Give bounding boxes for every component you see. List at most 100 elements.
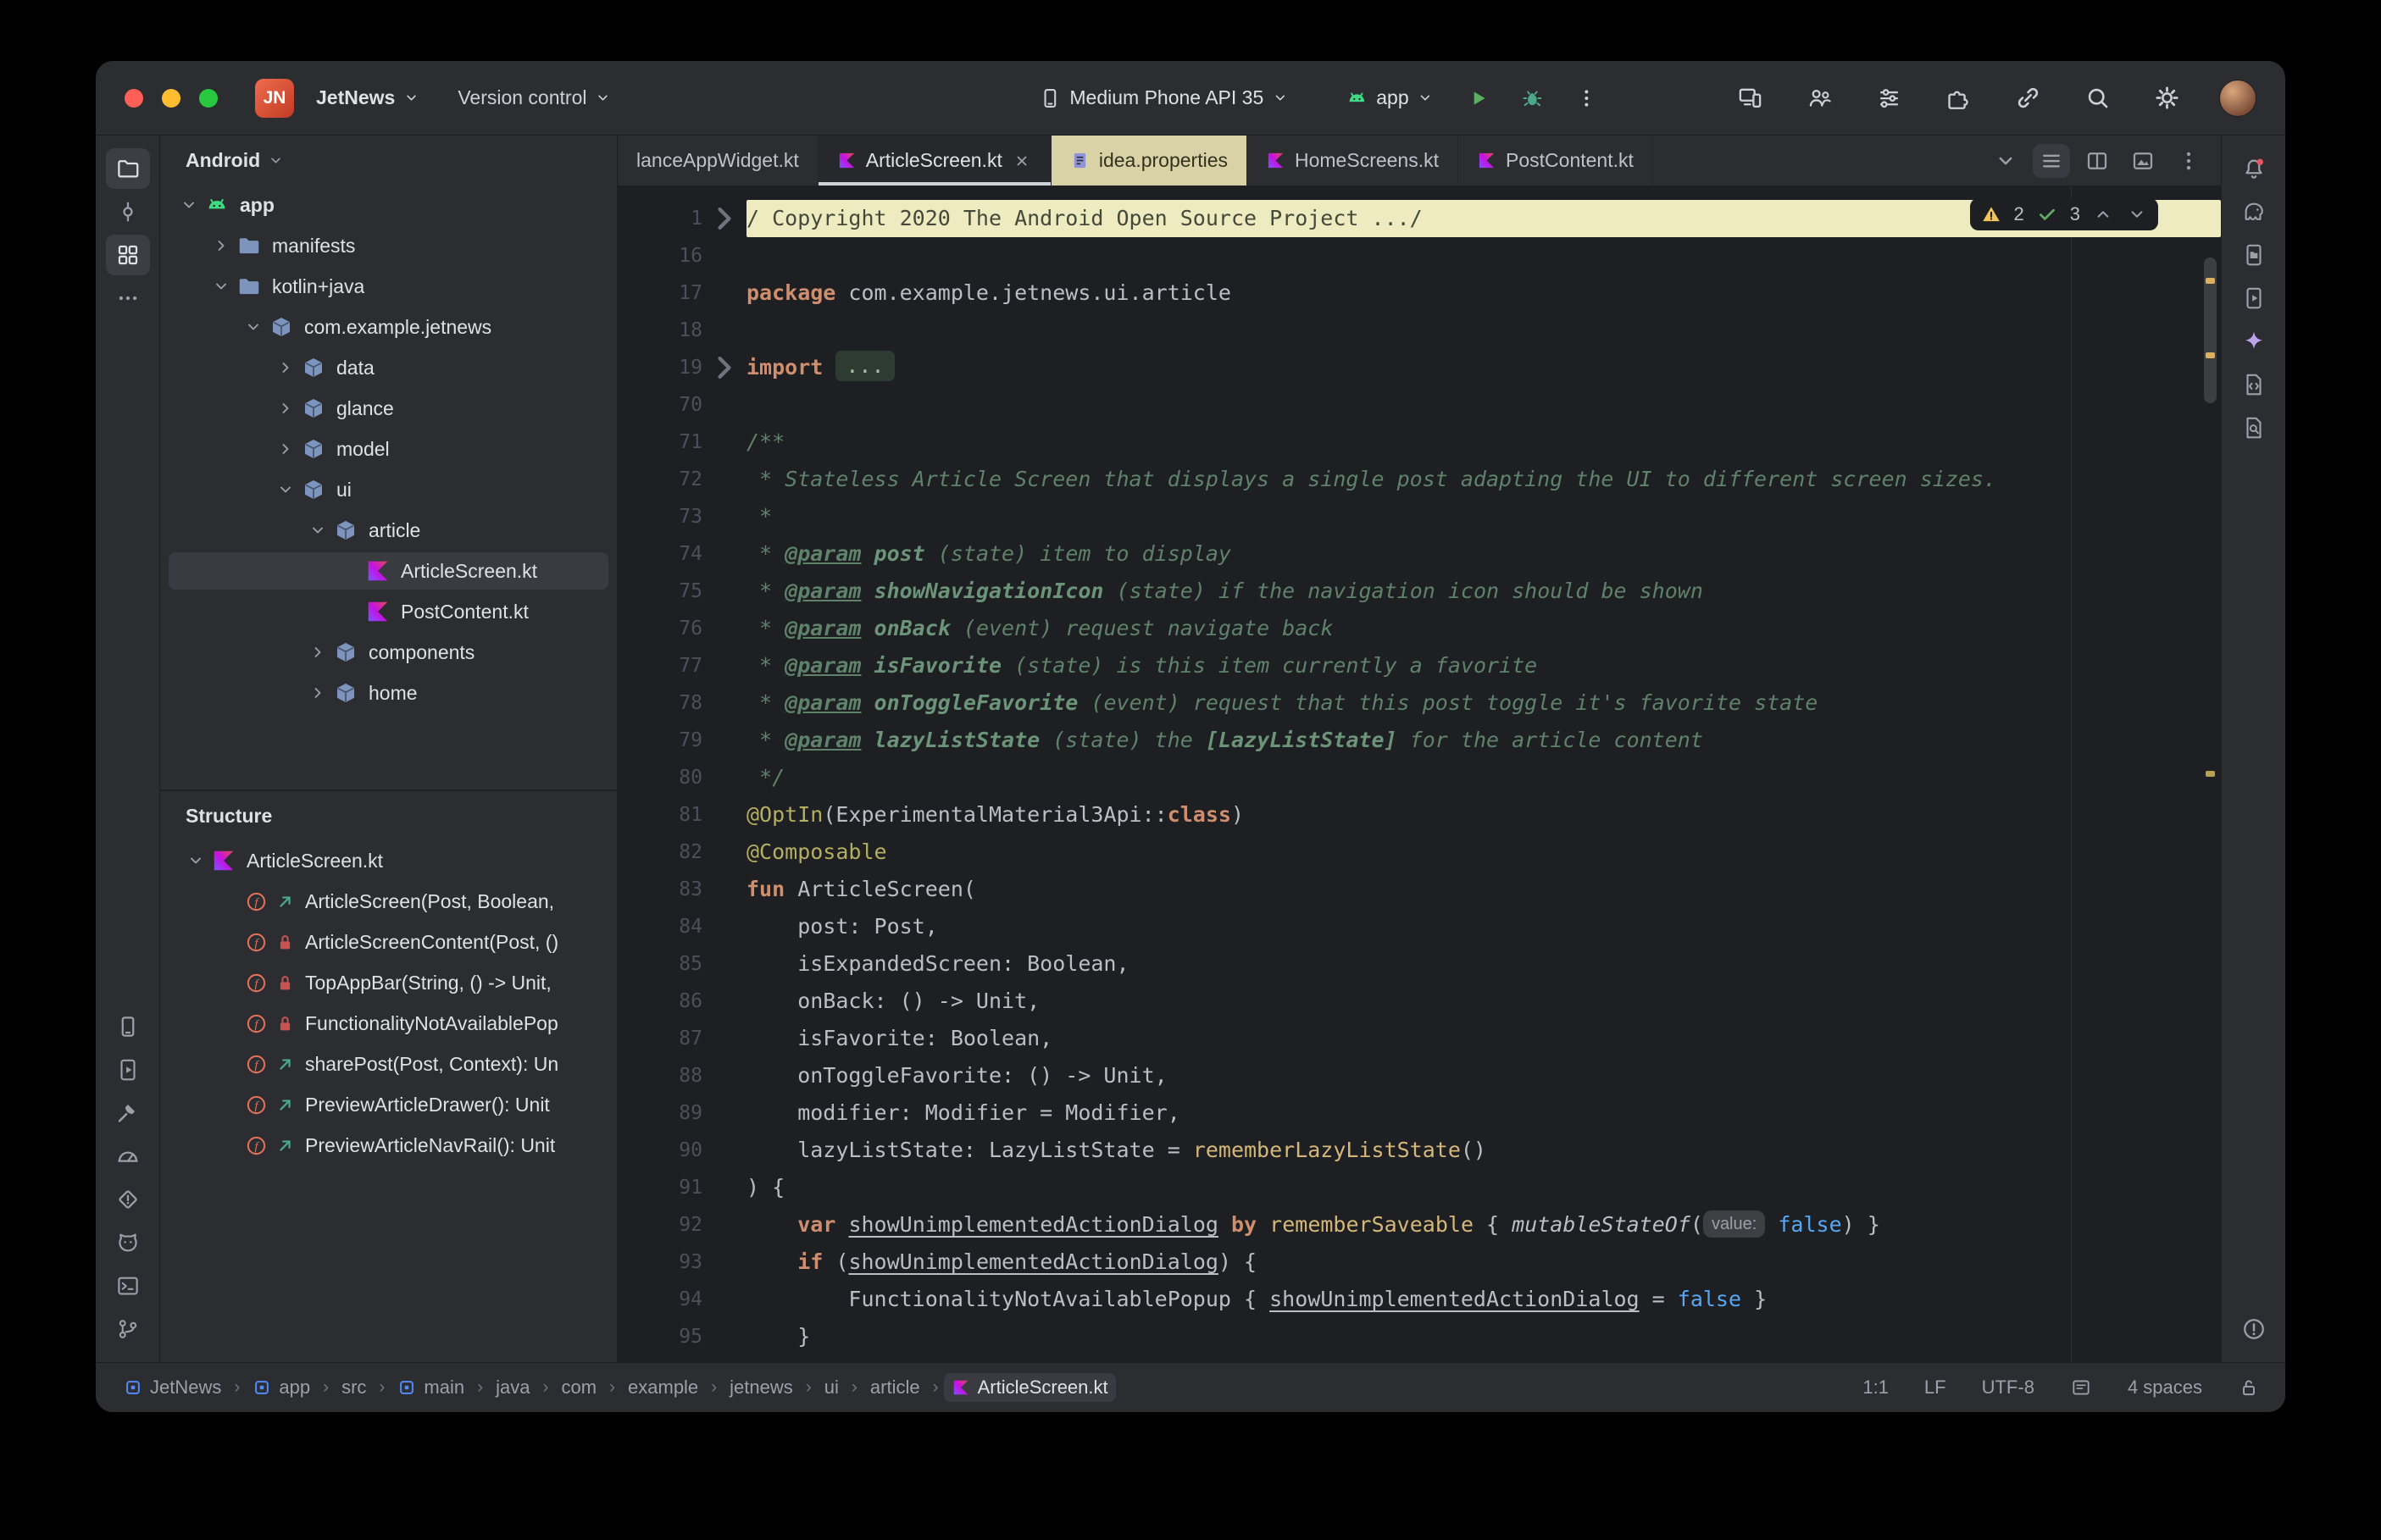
readonly-toggle-widget[interactable] — [2238, 1377, 2260, 1399]
line-number[interactable]: 86 — [618, 983, 702, 1020]
line-number[interactable]: 18 — [618, 312, 702, 349]
tool-device-manager-button[interactable] — [106, 1006, 150, 1047]
title-bar[interactable]: JN JetNews Version control Medium Phone … — [96, 61, 2285, 136]
equalizer-button[interactable] — [1872, 81, 1906, 115]
tool-terminal-button[interactable] — [106, 1266, 150, 1306]
chevron-down-icon[interactable] — [174, 190, 204, 220]
device-selector[interactable]: Medium Phone API 35 — [1028, 79, 1299, 118]
code-text[interactable]: isFavorite: Boolean, — [746, 1020, 2221, 1057]
chevron-right-icon[interactable] — [270, 352, 301, 383]
chevron-down-icon[interactable] — [270, 474, 301, 505]
line-number[interactable]: 85 — [618, 945, 702, 983]
chevron-right-icon[interactable] — [270, 434, 301, 464]
code-text[interactable]: lazyListState: LazyListState = rememberL… — [746, 1132, 2221, 1169]
fold-toggle-icon[interactable] — [702, 200, 746, 237]
line-number[interactable]: 79 — [618, 722, 702, 759]
structure-item[interactable]: f sharePost(Post, Context): Un — [160, 1044, 617, 1084]
split-editor-button[interactable] — [2079, 144, 2116, 178]
line-number[interactable]: 73 — [618, 498, 702, 535]
editor-more-button[interactable] — [2170, 144, 2207, 178]
code-text[interactable]: * — [746, 498, 2221, 535]
code-text[interactable]: var showUnimplementedActionDialog by rem… — [746, 1206, 2221, 1244]
caret-position-widget[interactable]: 1:1 — [1862, 1377, 1889, 1399]
tool-problems-button[interactable] — [2232, 1309, 2276, 1349]
code-text[interactable]: } — [746, 1318, 2221, 1355]
project-tree-item[interactable]: data — [160, 347, 617, 388]
tool-code-inspection-button[interactable] — [2232, 407, 2276, 448]
tool-project-button[interactable] — [105, 148, 150, 189]
device-mirroring-button[interactable] — [1733, 81, 1767, 115]
encoding-widget[interactable]: UTF-8 — [1982, 1377, 2034, 1399]
tool-app-quality-insights-button[interactable] — [106, 1179, 150, 1220]
line-number[interactable]: 89 — [618, 1094, 702, 1132]
project-tree-item[interactable]: PostContent.kt — [160, 591, 617, 632]
next-problem-button[interactable] — [2126, 203, 2148, 225]
line-number[interactable]: 83 — [618, 871, 702, 908]
editor-tab[interactable]: HomeScreens.kt — [1247, 136, 1459, 186]
code-text[interactable]: FunctionalityNotAvailablePopup { showUni… — [746, 1281, 2221, 1318]
line-number[interactable]: 82 — [618, 834, 702, 871]
code-text[interactable]: post: Post, — [746, 908, 2221, 945]
tab-close-button[interactable] — [1012, 151, 1032, 171]
link-button[interactable] — [2011, 81, 2045, 115]
breadcrumb-item[interactable]: jetnews — [722, 1373, 801, 1402]
code-text[interactable]: @OptIn(ExperimentalMaterial3Api::class) — [746, 796, 2221, 834]
plugin-button[interactable] — [1941, 81, 1975, 115]
tool-build-button[interactable] — [106, 1093, 150, 1133]
line-number[interactable]: 78 — [618, 684, 702, 722]
project-tree-item[interactable]: article — [160, 510, 617, 551]
project-tree-item[interactable]: ArticleScreen.kt — [160, 551, 617, 591]
editor-tab[interactable]: idea.properties — [1051, 136, 1247, 186]
tool-more-button[interactable] — [106, 278, 150, 319]
code-text[interactable]: * @param onToggleFavorite (event) reques… — [746, 684, 2221, 722]
code-with-me-button[interactable] — [1802, 81, 1836, 115]
structure-root-item[interactable]: ArticleScreen.kt — [160, 840, 617, 881]
run-configuration-selector[interactable]: app — [1335, 79, 1444, 118]
tool-running-devices-button[interactable] — [106, 1050, 150, 1090]
editor-list-button[interactable] — [2033, 143, 2070, 178]
breadcrumb-item[interactable]: java — [488, 1373, 537, 1402]
code-text[interactable]: * Stateless Article Screen that displays… — [746, 461, 2221, 498]
ime-widget[interactable] — [2070, 1377, 2092, 1399]
tool-commit-button[interactable] — [106, 191, 150, 232]
line-number[interactable]: 16 — [618, 237, 702, 274]
line-number[interactable]: 74 — [618, 535, 702, 573]
tool-device-explorer-button[interactable] — [2232, 235, 2276, 275]
close-window-button[interactable] — [125, 88, 143, 108]
settings-gear-button[interactable] — [2150, 81, 2184, 115]
editor-tab[interactable]: lanceAppWidget.kt — [618, 136, 819, 186]
line-number[interactable]: 80 — [618, 759, 702, 796]
project-tree-item[interactable]: ui — [160, 469, 617, 510]
line-number[interactable]: 77 — [618, 647, 702, 684]
structure-item[interactable]: f ArticleScreenContent(Post, () — [160, 922, 617, 962]
code-text[interactable]: import ... — [746, 349, 2221, 386]
code-text[interactable]: /** — [746, 424, 2221, 461]
stripe-mark[interactable] — [2206, 771, 2215, 777]
breadcrumb-item[interactable]: ArticleScreen.kt — [943, 1373, 1116, 1402]
editor-tab[interactable]: ArticleScreen.kt — [818, 136, 1052, 186]
line-number[interactable]: 94 — [618, 1281, 702, 1318]
vcs-widget[interactable]: Version control — [447, 79, 622, 117]
line-number[interactable]: 76 — [618, 610, 702, 647]
breadcrumb-item[interactable]: article — [863, 1373, 928, 1402]
line-separator-widget[interactable]: LF — [1924, 1377, 1946, 1399]
code-text[interactable]: * @param isFavorite (state) is this item… — [746, 647, 2221, 684]
structure-item[interactable]: f TopAppBar(String, () -> Unit, — [160, 962, 617, 1003]
chevron-down-icon[interactable] — [206, 271, 236, 302]
tool-profiler-button[interactable] — [106, 1136, 150, 1177]
tool-gemini-button[interactable] — [2232, 321, 2276, 362]
breadcrumb-item[interactable]: com — [553, 1373, 604, 1402]
tool-app-links-button[interactable] — [2232, 364, 2276, 405]
breadcrumb-item[interactable]: src — [334, 1373, 374, 1402]
line-number[interactable]: 71 — [618, 424, 702, 461]
line-number[interactable]: 81 — [618, 796, 702, 834]
breadcrumb-item[interactable]: main — [390, 1373, 472, 1402]
chevron-down-icon[interactable] — [238, 312, 269, 342]
tool-version-control-button[interactable] — [106, 1309, 150, 1349]
tool-gradle-button[interactable] — [2232, 191, 2276, 232]
chevron-right-icon[interactable] — [270, 393, 301, 424]
debug-button[interactable] — [1512, 78, 1553, 119]
code-text[interactable]: * @param post (state) item to display — [746, 535, 2221, 573]
project-widget[interactable]: JetNews — [306, 79, 430, 117]
project-tree-item[interactable]: manifests — [160, 225, 617, 266]
